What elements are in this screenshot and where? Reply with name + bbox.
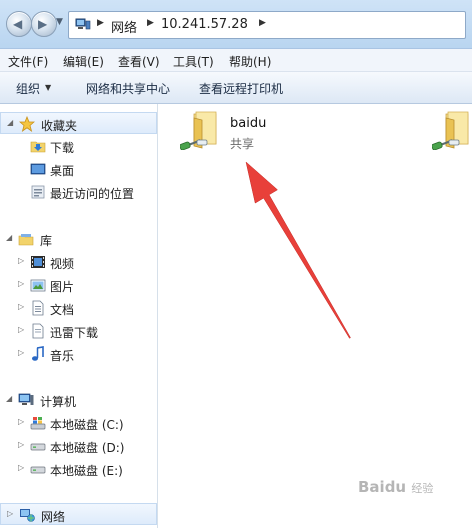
breadcrumb-host[interactable]: 10.241.57.28 (161, 17, 248, 32)
command-bar: 组织 ▼ 网络和共享中心 查看远程打印机 (0, 72, 472, 104)
music-icon (32, 346, 44, 361)
nav-music-label: 音乐 (50, 349, 75, 363)
collapse-triangle-icon[interactable]: ◢ (6, 394, 12, 403)
nav-videos-label: 视频 (50, 257, 75, 271)
collapse-triangle-icon[interactable]: ▷ (7, 509, 13, 518)
expand-triangle-icon[interactable]: ▷ (18, 279, 24, 288)
menu-view[interactable]: 查看(V) (118, 53, 160, 70)
videos-icon (31, 256, 45, 268)
menu-edit[interactable]: 编辑(E) (63, 53, 104, 70)
nav-drive-c[interactable]: ▷ 本地磁盘 (C:) (0, 412, 157, 434)
network-sharing-center-button[interactable]: 网络和共享中心 (86, 80, 170, 97)
nav-library[interactable]: ◢ 库 (0, 228, 157, 250)
nav-downloads[interactable]: 下载 (0, 135, 157, 157)
nav-videos[interactable]: ▷ 视频 (0, 251, 157, 273)
computer-icon (18, 393, 34, 405)
forward-button[interactable]: ▶ (31, 11, 57, 37)
watermark-sub: 经验 (411, 482, 434, 495)
pictures-icon (30, 279, 46, 292)
nav-desktop[interactable]: 桌面 (0, 158, 157, 180)
desktop-icon (30, 163, 46, 175)
menu-help[interactable]: 帮助(H) (229, 53, 271, 70)
nav-library-label: 库 (40, 234, 53, 248)
xunlei-downloads-icon (32, 323, 44, 339)
content-pane: baidu 共享 Baidu 经验 (158, 104, 472, 528)
library-icon (18, 234, 34, 246)
expand-triangle-icon[interactable]: ▷ (18, 440, 24, 449)
baidu-watermark: Baidu 经验 (358, 478, 433, 496)
expand-triangle-icon[interactable]: ▷ (18, 325, 24, 334)
nav-computer[interactable]: ◢ 计算机 (0, 389, 157, 411)
back-button[interactable]: ◀ (6, 11, 32, 37)
collapse-triangle-icon[interactable]: ◢ (6, 233, 12, 242)
documents-icon (32, 300, 44, 316)
nav-pictures-label: 图片 (50, 280, 75, 294)
address-bar[interactable]: ▶ 网络 ▶ 10.241.57.28 ▶ (68, 11, 466, 39)
nav-drive-e[interactable]: ▷ 本地磁盘 (E:) (0, 458, 157, 480)
nav-recent-places-label: 最近访问的位置 (50, 187, 135, 201)
nav-recent-places[interactable]: 最近访问的位置 (0, 181, 157, 203)
nav-network-label: 网络 (41, 510, 66, 524)
expand-triangle-icon[interactable]: ▷ (18, 463, 24, 472)
nav-documents-label: 文档 (50, 303, 75, 317)
drive-icon (30, 466, 46, 474)
navigation-pane: ◢ 收藏夹 下载 桌面 最近访问的位置 ◢ 库 ▷ 视频 ▷ 图片 ▷ 文档 ▷… (0, 104, 158, 528)
nav-pictures[interactable]: ▷ 图片 (0, 274, 157, 296)
nav-music[interactable]: ▷ 音乐 (0, 343, 157, 365)
nav-drive-c-label: 本地磁盘 (C:) (50, 418, 124, 432)
nav-xunlei-downloads[interactable]: ▷ 迅雷下载 (0, 320, 157, 342)
recent-pages-dropdown-icon[interactable]: ▼ (56, 17, 63, 27)
nav-computer-label: 计算机 (40, 395, 77, 409)
annotation-arrow (245, 161, 351, 339)
nav-desktop-label: 桌面 (50, 164, 75, 178)
downloads-folder-icon (30, 141, 46, 153)
red-arrow-icon (245, 161, 351, 339)
organize-button[interactable]: 组织 (16, 80, 40, 97)
organize-dropdown-icon[interactable]: ▼ (45, 83, 51, 92)
collapse-triangle-icon[interactable]: ◢ (7, 118, 13, 127)
forward-arrow-icon: ▶ (38, 17, 48, 31)
nav-drive-d-label: 本地磁盘 (D:) (50, 441, 125, 455)
star-icon (19, 116, 35, 132)
recent-places-icon (31, 185, 45, 199)
title-bar: ◀ ▶ ▼ ▶ 网络 ▶ 10.241.57.28 ▶ (0, 0, 472, 49)
menu-bar: 文件(F) 编辑(E) 查看(V) 工具(T) 帮助(H) (0, 49, 472, 72)
nav-favorites[interactable]: ◢ 收藏夹 (0, 112, 157, 134)
nav-favorites-label: 收藏夹 (41, 119, 78, 133)
back-arrow-icon: ◀ (13, 17, 23, 31)
breadcrumb-separator-icon[interactable]: ▶ (147, 18, 154, 28)
menu-file[interactable]: 文件(F) (8, 53, 48, 70)
expand-triangle-icon[interactable]: ▷ (18, 348, 24, 357)
nav-drive-e-label: 本地磁盘 (E:) (50, 464, 123, 478)
menu-tools[interactable]: 工具(T) (173, 53, 214, 70)
breadcrumb-separator-icon[interactable]: ▶ (97, 18, 104, 28)
system-drive-icon (30, 417, 46, 430)
expand-triangle-icon[interactable]: ▷ (18, 256, 24, 265)
watermark-text: Baidu (358, 478, 407, 496)
drive-icon (30, 443, 46, 451)
nav-downloads-label: 下载 (50, 141, 75, 155)
nav-xunlei-downloads-label: 迅雷下载 (50, 326, 99, 340)
nav-documents[interactable]: ▷ 文档 (0, 297, 157, 319)
breadcrumb-separator-icon[interactable]: ▶ (259, 18, 266, 28)
nav-drive-d[interactable]: ▷ 本地磁盘 (D:) (0, 435, 157, 457)
expand-triangle-icon[interactable]: ▷ (18, 302, 24, 311)
network-globe-icon (20, 509, 35, 522)
view-remote-printers-button[interactable]: 查看远程打印机 (199, 80, 283, 97)
breadcrumb-network[interactable]: 网络 (111, 17, 137, 36)
network-icon (75, 18, 91, 30)
expand-triangle-icon[interactable]: ▷ (18, 417, 24, 426)
nav-network[interactable]: ▷ 网络 (0, 503, 157, 525)
